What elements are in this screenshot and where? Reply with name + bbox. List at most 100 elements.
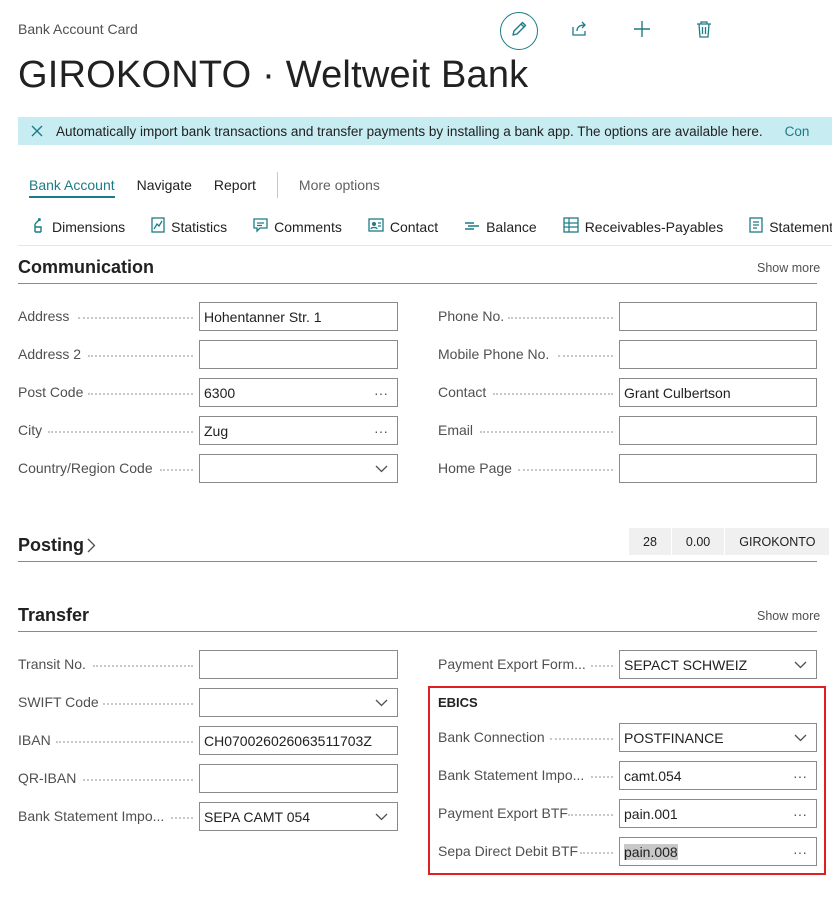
dimensions-icon [32, 217, 52, 236]
address-2-input[interactable] [199, 340, 398, 369]
show-more-communication[interactable]: Show more [757, 261, 820, 275]
statistics-label: Statistics [171, 218, 228, 235]
tab-navigate[interactable]: Navigate [126, 170, 203, 200]
label-leader [83, 778, 193, 781]
transit-no-input[interactable] [199, 650, 398, 679]
comments-label: Comments [274, 218, 342, 235]
payment-export-btf-input[interactable]: pain.001 ··· [619, 799, 817, 828]
summary-chip: GIROKONTO [725, 528, 831, 555]
label-leader [518, 468, 613, 471]
swift-code-select[interactable] [199, 688, 398, 717]
selected-text: pain.008 [624, 843, 678, 860]
lookup-ellipsis-icon[interactable]: ··· [369, 423, 393, 439]
label-leader [580, 851, 613, 854]
share-button[interactable] [560, 11, 600, 51]
field-phone-no: Phone No. [438, 302, 817, 331]
chevron-down-icon[interactable] [788, 734, 812, 742]
label-leader [48, 430, 193, 433]
new-button[interactable] [622, 11, 662, 51]
email-input[interactable] [619, 416, 817, 445]
field-label: Post Code [18, 384, 84, 400]
show-more-transfer[interactable]: Show more [757, 609, 820, 623]
field-label: Phone No. [438, 308, 505, 324]
tab-bank-account[interactable]: Bank Account [18, 170, 126, 200]
payment-export-format-select[interactable]: SEPACT SCHWEIZ [619, 650, 817, 679]
section-title-communication: Communication [18, 257, 155, 277]
bank-statement-import-select[interactable]: SEPA CAMT 054 [199, 802, 398, 831]
field-email: Email [438, 416, 817, 445]
field-value: POSTFINANCE [624, 729, 724, 746]
sepa-direct-debit-btf-input[interactable]: pain.008 ··· [619, 837, 817, 866]
tab-report[interactable]: Report [203, 170, 267, 200]
comments-button[interactable]: Comments [239, 208, 354, 245]
lookup-ellipsis-icon[interactable]: ··· [369, 385, 393, 401]
edit-button[interactable] [500, 12, 538, 50]
chevron-down-icon[interactable] [788, 661, 812, 669]
field-label: SWIFT Code [18, 694, 99, 710]
chevron-right-icon [87, 538, 96, 553]
lookup-ellipsis-icon[interactable]: ··· [788, 768, 812, 784]
promoted-actions-bar: Dimensions Statistics Comments Contact B… [18, 208, 832, 246]
chevron-down-icon[interactable] [369, 813, 393, 821]
field-value: SEPACT SCHWEIZ [624, 656, 748, 673]
contact-card-icon [368, 218, 390, 235]
post-code-input[interactable]: 6300 ··· [199, 378, 398, 407]
field-label: Contact [438, 384, 487, 400]
dimensions-label: Dimensions [52, 218, 126, 235]
phone-no-input[interactable] [619, 302, 817, 331]
qr-iban-input[interactable] [199, 764, 398, 793]
share-icon [571, 20, 589, 43]
statistics-button[interactable]: Statistics [137, 208, 239, 245]
delete-button[interactable] [684, 11, 724, 51]
balance-label: Balance [486, 218, 537, 235]
country-region-select[interactable] [199, 454, 398, 483]
lookup-ellipsis-icon[interactable]: ··· [788, 844, 812, 860]
label-leader [591, 775, 613, 778]
chevron-down-icon[interactable] [369, 699, 393, 707]
section-title-posting: Posting [18, 535, 84, 555]
field-address: Address Hohentanner Str. 1 [18, 302, 398, 331]
balance-button[interactable]: Balance [450, 208, 549, 245]
comment-icon [253, 217, 274, 236]
mobile-phone-input[interactable] [619, 340, 817, 369]
close-icon[interactable] [18, 125, 56, 137]
field-swift-code: SWIFT Code [18, 688, 398, 717]
statements-button[interactable]: Statements [735, 208, 832, 245]
chevron-down-icon[interactable] [369, 465, 393, 473]
field-label: Bank Statement Impo... [18, 808, 165, 824]
tab-divider [276, 172, 278, 198]
contact-input[interactable]: Grant Culbertson [619, 378, 817, 407]
field-qr-iban: QR-IBAN [18, 764, 398, 793]
field-label: Address [18, 308, 70, 324]
label-leader [171, 816, 193, 819]
bank-connection-select[interactable]: POSTFINANCE [619, 723, 817, 752]
field-address-2: Address 2 [18, 340, 398, 369]
label-leader [508, 316, 613, 319]
label-leader [550, 737, 613, 740]
iban-input[interactable]: CH070026026063511703Z [199, 726, 398, 755]
notification-banner: Automatically import bank transactions a… [18, 117, 832, 145]
field-label: Transit No. [18, 656, 86, 672]
label-leader [160, 468, 193, 471]
field-value: camt.054 [624, 767, 682, 784]
banner-link[interactable]: Con [785, 124, 810, 139]
field-contact: Contact Grant Culbertson [438, 378, 817, 407]
ebics-bank-statement-import-input[interactable]: camt.054 ··· [619, 761, 817, 790]
section-header-posting[interactable]: Posting [18, 535, 96, 556]
contact-button[interactable]: Contact [354, 208, 450, 245]
dimensions-button[interactable]: Dimensions [18, 208, 137, 245]
label-leader [480, 430, 613, 433]
address-input[interactable]: Hohentanner Str. 1 [199, 302, 398, 331]
field-value: 6300 [204, 384, 236, 401]
receivables-payables-button[interactable]: Receivables-Payables [549, 208, 736, 245]
field-value: pain.001 [624, 805, 678, 822]
field-label: Home Page [438, 460, 512, 476]
label-leader [558, 354, 613, 357]
header-actions [500, 11, 746, 51]
field-payment-export-btf: Payment Export BTF pain.001 ··· [438, 799, 817, 828]
home-page-input[interactable] [619, 454, 817, 483]
lookup-ellipsis-icon[interactable]: ··· [788, 806, 812, 822]
label-leader [568, 813, 613, 816]
tab-more-options[interactable]: More options [288, 170, 391, 200]
city-input[interactable]: Zug ··· [199, 416, 398, 445]
